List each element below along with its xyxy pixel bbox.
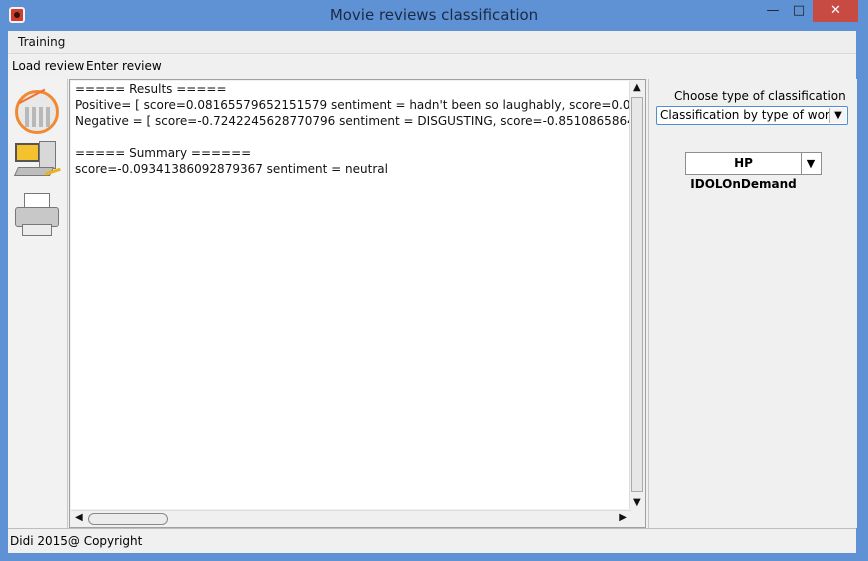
results-heading: ===== Results ===== bbox=[75, 82, 227, 96]
load-review-button[interactable]: Load review bbox=[12, 59, 84, 73]
printer-icon[interactable] bbox=[12, 189, 64, 241]
enter-review-button[interactable]: Enter review bbox=[86, 59, 162, 73]
negative-result-line: Negative = [ score=-0.7242245628770796 s… bbox=[75, 114, 631, 128]
scroll-down-icon[interactable]: ▼ bbox=[633, 497, 641, 509]
close-button[interactable]: ✕ bbox=[813, 0, 858, 22]
application-window: Movie reviews classification — □ ✕ Train… bbox=[0, 0, 868, 561]
summary-score-line: score=-0.09341386092879367 sentiment = n… bbox=[75, 162, 388, 176]
positive-result-line: Positive= [ score=0.08165579652151579 se… bbox=[75, 98, 631, 112]
scroll-up-icon[interactable]: ▲ bbox=[633, 82, 641, 94]
computer-monitor bbox=[15, 143, 40, 162]
summary-heading: ===== Summary ====== bbox=[75, 146, 252, 160]
results-pane: ===== Results ===== Positive= [ score=0.… bbox=[69, 79, 646, 528]
maximize-button[interactable]: □ bbox=[786, 0, 812, 22]
copyright-text: Didi 2015@ Copyright bbox=[10, 534, 143, 548]
menu-bar: Training bbox=[8, 31, 856, 54]
status-bar: Didi 2015@ Copyright bbox=[8, 528, 856, 553]
classification-label: Choose type of classification bbox=[674, 89, 846, 103]
title-bar[interactable]: Movie reviews classification — □ ✕ bbox=[0, 0, 868, 31]
training-menu[interactable]: Training bbox=[14, 35, 69, 49]
window-title: Movie reviews classification bbox=[329, 6, 539, 24]
analytics-icon[interactable] bbox=[12, 87, 64, 139]
chevron-down-icon[interactable]: ▼ bbox=[829, 108, 846, 123]
vertical-scrollbar[interactable]: ▲ ▼ bbox=[629, 81, 644, 509]
minimize-button[interactable]: — bbox=[760, 0, 786, 22]
results-text-area[interactable]: ===== Results ===== Positive= [ score=0.… bbox=[71, 81, 631, 509]
scroll-right-icon[interactable]: ▶ bbox=[619, 512, 627, 524]
horizontal-scrollbar[interactable]: ◀ ▶ bbox=[71, 510, 631, 526]
computer-tower bbox=[39, 141, 56, 169]
vertical-scroll-thumb[interactable] bbox=[631, 97, 643, 492]
classification-type-value: Classification by type of words bbox=[660, 108, 844, 122]
service-dropdown-icon[interactable]: ▼ bbox=[801, 153, 821, 174]
computer-icon[interactable] bbox=[12, 139, 64, 191]
service-value: HP IDOLOnDemand bbox=[686, 153, 802, 191]
service-select[interactable]: HP IDOLOnDemand ▼ bbox=[685, 152, 822, 191]
printer-tray bbox=[22, 224, 52, 236]
classification-type-select[interactable]: Classification by type of words ▼ bbox=[656, 106, 848, 125]
left-icon-toolbar bbox=[8, 79, 68, 528]
client-area: Training Load review Enter review ===== … bbox=[8, 31, 857, 553]
scroll-left-icon[interactable]: ◀ bbox=[75, 512, 83, 524]
horizontal-scroll-thumb[interactable] bbox=[88, 513, 168, 525]
classification-panel: Choose type of classification Classifica… bbox=[648, 79, 857, 528]
